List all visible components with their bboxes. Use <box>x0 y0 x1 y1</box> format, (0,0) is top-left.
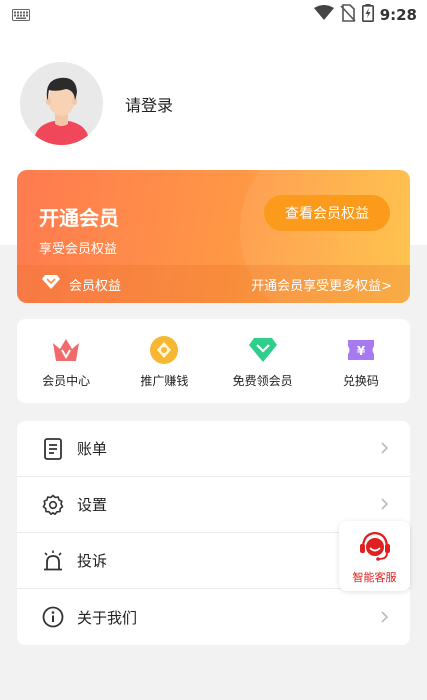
ticket-icon: ¥ <box>345 334 377 366</box>
quick-label: 兑换码 <box>342 373 379 388</box>
vip-title: 开通会员 <box>39 206 119 230</box>
chevron-right-icon <box>378 495 390 514</box>
list-item-bill[interactable]: 账单 <box>17 421 410 477</box>
quick-item-redeem-code[interactable]: ¥ 兑换码 <box>312 319 410 403</box>
quick-item-free-membership[interactable]: 免费领会员 <box>214 319 312 403</box>
chevron-right-icon <box>378 608 390 627</box>
vip-subtitle: 享受会员权益 <box>39 242 118 257</box>
profile-section[interactable]: 请登录 <box>20 62 173 145</box>
avatar[interactable] <box>20 62 103 145</box>
battery-charging-icon <box>361 4 374 26</box>
status-bar: 9:28 <box>0 0 427 30</box>
quick-item-member-center[interactable]: 会员中心 <box>17 319 115 403</box>
keyboard-icon <box>12 6 30 25</box>
crown-icon <box>50 334 82 366</box>
alarm-icon <box>41 549 65 573</box>
list-label: 投诉 <box>77 552 108 570</box>
login-prompt[interactable]: 请登录 <box>125 92 173 116</box>
diamond-icon <box>247 334 279 366</box>
list-label: 设置 <box>77 496 108 514</box>
quick-menu: 会员中心 推广赚钱 免费领会员 ¥ 兑换码 <box>17 319 410 403</box>
vip-card-footer[interactable]: 会员权益 开通会员享受更多权益> <box>17 265 410 303</box>
status-time: 9:28 <box>379 6 417 24</box>
customer-service-label: 智能客服 <box>352 570 397 584</box>
chevron-right-icon <box>378 439 390 458</box>
gear-icon <box>41 493 65 517</box>
benefits-label: 会员权益 <box>69 278 122 294</box>
svg-text:¥: ¥ <box>357 344 366 358</box>
info-icon <box>41 605 65 629</box>
quick-label: 会员中心 <box>42 373 91 388</box>
view-benefits-button[interactable]: 查看会员权益 <box>264 195 390 231</box>
customer-service-button[interactable]: 智能客服 <box>339 521 410 591</box>
no-sim-icon <box>340 4 356 26</box>
wifi-icon <box>313 5 334 25</box>
quick-label: 免费领会员 <box>232 373 293 388</box>
bill-icon <box>41 437 65 461</box>
list-item-about-us[interactable]: 关于我们 <box>17 589 410 645</box>
list-label: 关于我们 <box>77 608 138 627</box>
diamond-icon <box>41 274 61 294</box>
vip-card[interactable]: 开通会员 享受会员权益 查看会员权益 会员权益 开通会员享受更多权益> <box>17 170 410 303</box>
promo-link[interactable]: 开通会员享受更多权益> <box>251 275 392 294</box>
list-label: 账单 <box>77 440 108 458</box>
headset-icon <box>357 528 393 566</box>
quick-item-promote-earn[interactable]: 推广赚钱 <box>115 319 213 403</box>
coin-icon <box>148 334 180 366</box>
quick-label: 推广赚钱 <box>140 373 189 388</box>
